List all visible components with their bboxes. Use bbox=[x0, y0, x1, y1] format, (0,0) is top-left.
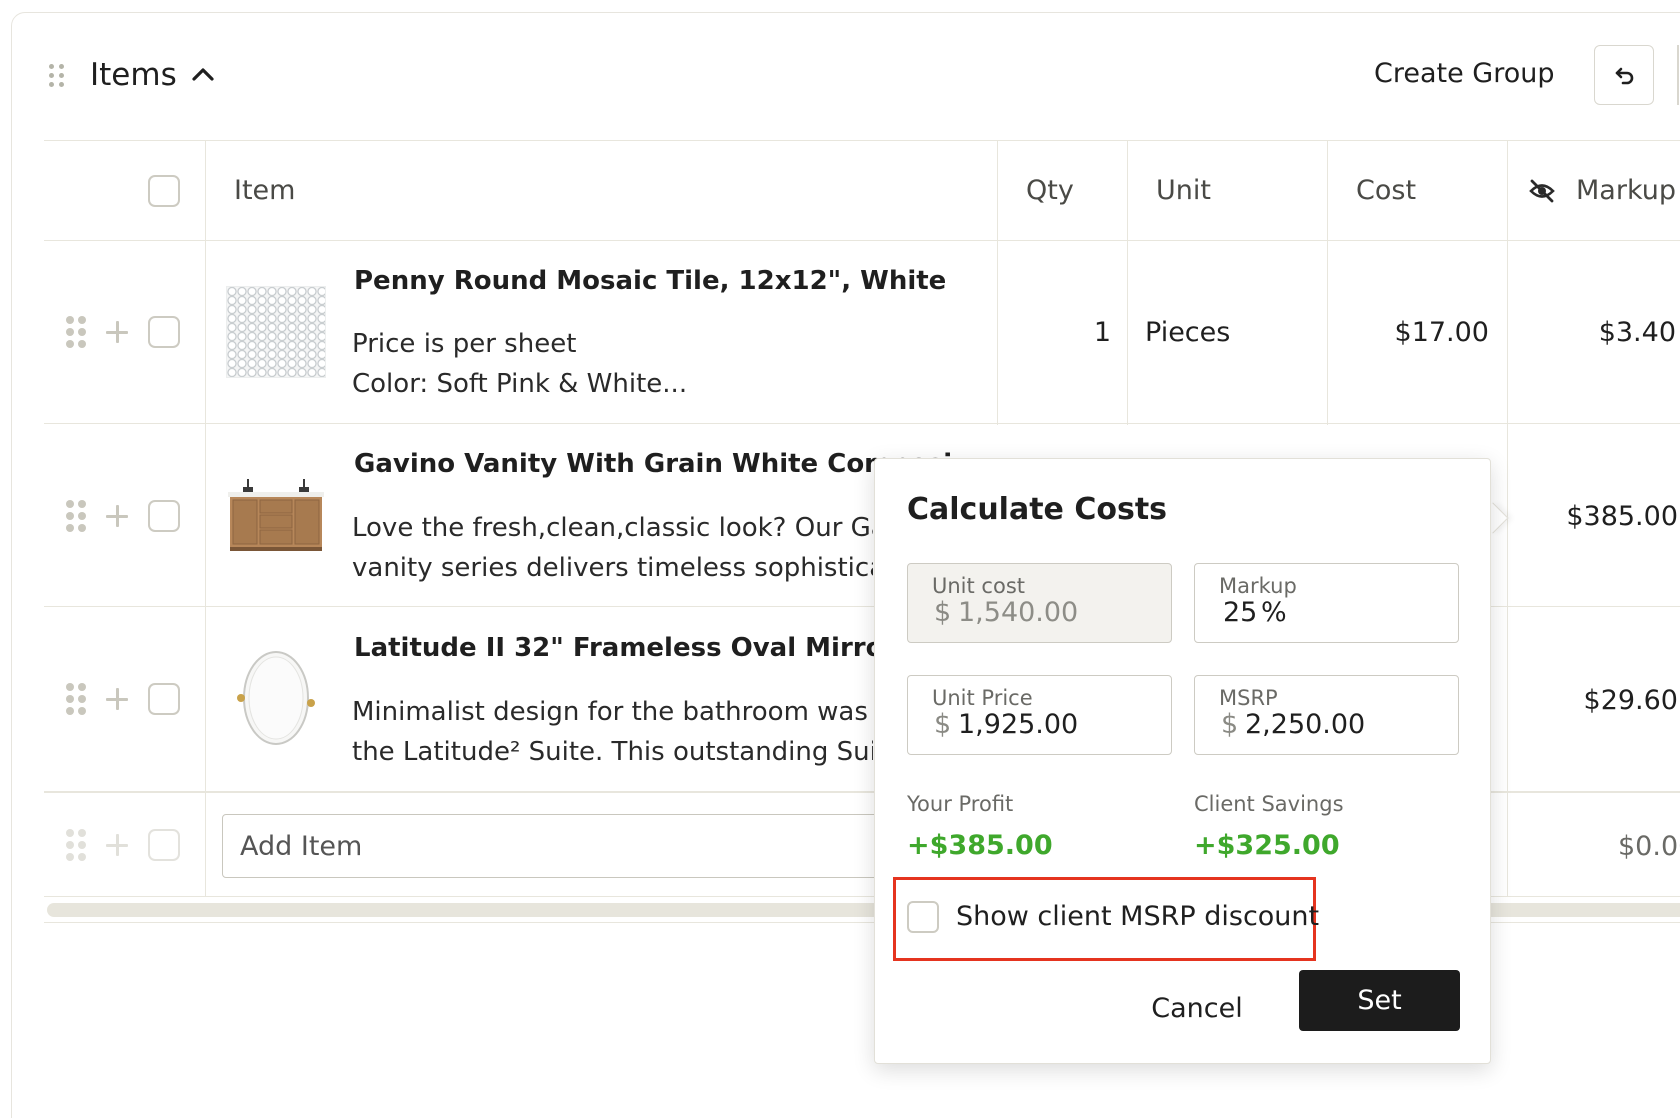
currency-prefix: $ bbox=[1221, 709, 1239, 740]
markup-value[interactable]: $385.00 bbox=[1566, 501, 1678, 532]
calculate-costs-popover: Calculate Costs Unit cost $ 1,540.00 Mar… bbox=[874, 458, 1491, 1064]
add-row-icon[interactable] bbox=[106, 505, 128, 527]
currency-prefix: $ bbox=[934, 597, 952, 628]
divider bbox=[205, 140, 206, 896]
item-description: the Latitude² Suite. This outstanding Su… bbox=[352, 737, 873, 767]
section-title: Items bbox=[90, 57, 177, 93]
product-image-vanity bbox=[228, 479, 324, 551]
toolbar-edge bbox=[1677, 45, 1679, 105]
item-description: Love the fresh,clean,classic look? Our G… bbox=[352, 513, 873, 543]
item-name[interactable]: Penny Round Mosaic Tile, 12x12", White bbox=[354, 266, 946, 296]
cancel-button[interactable]: Cancel bbox=[1127, 984, 1267, 1034]
divider bbox=[1127, 140, 1128, 425]
show-msrp-discount-label[interactable]: Show client MSRP discount bbox=[956, 901, 1319, 932]
chevron-up-icon[interactable] bbox=[191, 66, 215, 82]
add-item-placeholder: Add Item bbox=[240, 831, 363, 862]
add-item-input[interactable]: Add Item bbox=[222, 814, 922, 878]
field-label: MSRP bbox=[1219, 686, 1278, 710]
undo-icon bbox=[1615, 67, 1634, 85]
set-button[interactable]: Set bbox=[1299, 970, 1460, 1031]
drag-handle-icon[interactable] bbox=[49, 64, 65, 92]
field-value[interactable]: 1,925.00 bbox=[958, 709, 1078, 740]
markup-field[interactable]: Markup 25 % bbox=[1194, 563, 1459, 643]
row-drag-handle-icon[interactable] bbox=[66, 316, 88, 350]
field-label: Unit cost bbox=[932, 574, 1025, 598]
create-group-button[interactable]: Create Group bbox=[1374, 58, 1555, 89]
row-drag-handle-icon bbox=[66, 829, 88, 863]
qty-value[interactable]: 1 bbox=[1094, 317, 1111, 348]
divider bbox=[44, 240, 1680, 241]
divider bbox=[1327, 140, 1328, 425]
unit-price-field[interactable]: Unit Price $ 1,925.00 bbox=[907, 675, 1172, 755]
msrp-field[interactable]: MSRP $ 2,250.00 bbox=[1194, 675, 1459, 755]
product-image-mirror bbox=[237, 651, 315, 745]
row-checkbox bbox=[148, 829, 180, 861]
field-label: Unit Price bbox=[932, 686, 1033, 710]
undo-button[interactable] bbox=[1594, 45, 1654, 105]
row-checkbox[interactable] bbox=[148, 316, 180, 348]
row-drag-handle-icon[interactable] bbox=[66, 683, 88, 717]
item-description: Minimalist design for the bathroom was b bbox=[352, 697, 873, 727]
column-header-unit[interactable]: Unit bbox=[1156, 175, 1211, 206]
item-name[interactable]: Latitude II 32" Frameless Oval Mirror, B… bbox=[354, 633, 963, 663]
item-description: vanity series delivers timeless sophisti… bbox=[352, 553, 873, 583]
divider bbox=[997, 140, 998, 425]
savings-label: Client Savings bbox=[1194, 792, 1344, 816]
column-header-qty[interactable]: Qty bbox=[1026, 175, 1074, 206]
item-description: Color: Soft Pink & White... bbox=[352, 369, 688, 399]
profit-value: +$385.00 bbox=[907, 830, 1053, 861]
savings-value: +$325.00 bbox=[1194, 830, 1340, 861]
eye-off-icon[interactable] bbox=[1528, 178, 1556, 204]
column-header-markup[interactable]: Markup bbox=[1576, 175, 1676, 206]
currency-prefix: $ bbox=[934, 709, 952, 740]
markup-value[interactable]: $3.40 bbox=[1599, 317, 1676, 348]
popover-title: Calculate Costs bbox=[907, 492, 1168, 527]
unit-cost-field: Unit cost $ 1,540.00 bbox=[907, 563, 1172, 643]
item-name[interactable]: Gavino Vanity With Grain White Composi bbox=[354, 449, 952, 479]
profit-label: Your Profit bbox=[907, 792, 1014, 816]
row-drag-handle-icon[interactable] bbox=[66, 500, 88, 534]
percent-suffix: % bbox=[1261, 597, 1287, 628]
cost-value[interactable]: $17.00 bbox=[1395, 317, 1489, 348]
row-checkbox[interactable] bbox=[148, 683, 180, 715]
column-header-item[interactable]: Item bbox=[234, 175, 295, 206]
divider bbox=[44, 140, 1680, 141]
item-description: Price is per sheet bbox=[352, 329, 577, 359]
select-all-checkbox[interactable] bbox=[148, 175, 180, 207]
markup-value: $0.00 bbox=[1618, 831, 1680, 862]
add-row-icon[interactable] bbox=[106, 321, 128, 343]
row-checkbox[interactable] bbox=[148, 500, 180, 532]
add-row-icon[interactable] bbox=[106, 688, 128, 710]
field-label: Markup bbox=[1219, 574, 1297, 598]
divider bbox=[44, 423, 1680, 424]
unit-value[interactable]: Pieces bbox=[1145, 317, 1230, 348]
column-header-cost[interactable]: Cost bbox=[1356, 175, 1416, 206]
markup-value[interactable]: $29.60 bbox=[1584, 685, 1678, 716]
add-row-icon bbox=[106, 834, 128, 856]
show-msrp-discount-checkbox[interactable] bbox=[907, 901, 939, 933]
product-image-tile bbox=[226, 286, 326, 378]
field-value[interactable]: 25 bbox=[1223, 597, 1257, 628]
field-value[interactable]: 2,250.00 bbox=[1245, 709, 1365, 740]
field-value: 1,540.00 bbox=[958, 597, 1079, 628]
